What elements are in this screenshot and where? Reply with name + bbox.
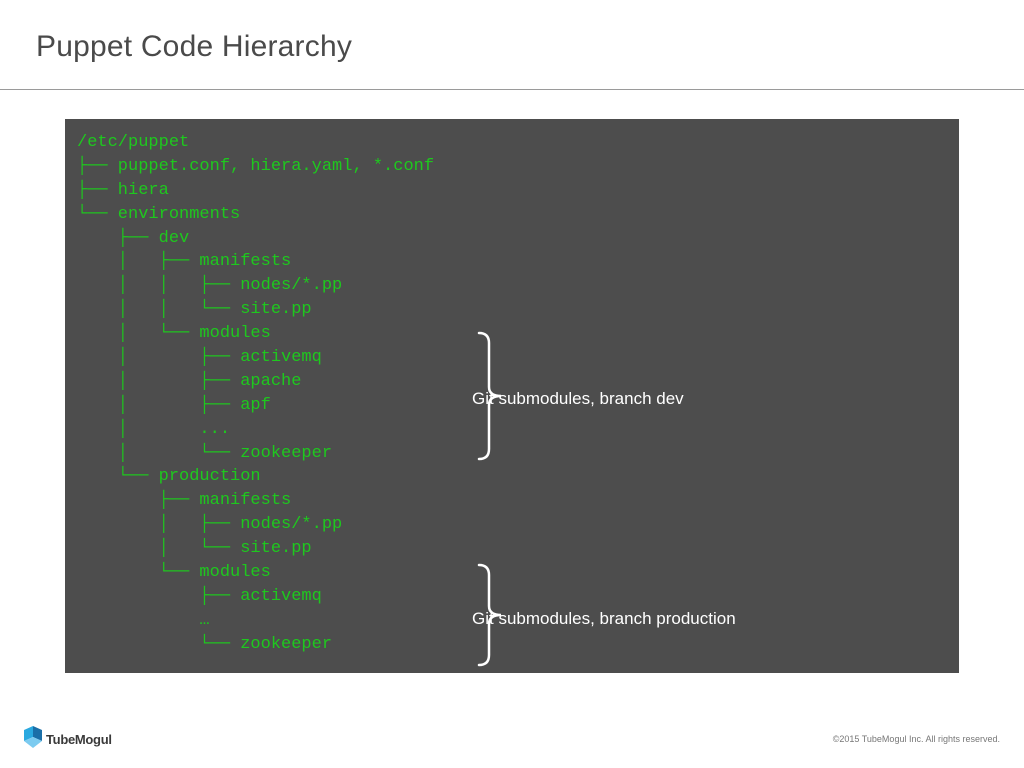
title-divider (0, 89, 1024, 90)
tree-line: … (77, 610, 210, 630)
tree-line: │ ├── apache (77, 371, 302, 391)
copyright-text: ©2015 TubeMogul Inc. All rights reserved… (832, 734, 1000, 744)
tree-line: ├── dev (77, 228, 190, 248)
slide-title: Puppet Code Hierarchy (36, 30, 353, 63)
tree-line: │ ├── manifests (77, 252, 292, 272)
logo-text: TubeMogul (46, 731, 112, 747)
tree-line: │ ... (77, 419, 231, 439)
company-logo: TubeMogul (24, 725, 112, 753)
code-panel: /etc/puppet ├── puppet.conf, hiera.yaml, … (65, 119, 959, 673)
tree-line: └── production (77, 467, 261, 487)
tree-line: └── environments (77, 204, 241, 224)
directory-tree: /etc/puppet ├── puppet.conf, hiera.yaml, … (77, 131, 434, 657)
tree-line: │ ├── apf (77, 395, 271, 415)
tree-line: └── zookeeper (77, 634, 333, 654)
tree-line: ├── puppet.conf, hiera.yaml, *.conf (77, 156, 435, 176)
tree-line: │ └── site.pp (77, 539, 312, 559)
tree-line: │ ├── activemq (77, 348, 322, 368)
tree-line: ├── activemq (77, 586, 322, 606)
annotation-dev: Git submodules, branch dev (472, 389, 684, 408)
tree-line: │ └── zookeeper (77, 443, 333, 463)
tree-line: │ └── modules (77, 324, 271, 344)
tree-line: ├── manifests (77, 491, 292, 511)
tree-line: └── modules (77, 563, 271, 583)
tubemogul-logo-icon (24, 725, 42, 753)
tree-line: │ ├── nodes/*.pp (77, 515, 343, 535)
tree-line: /etc/puppet (77, 133, 190, 152)
tree-line: │ │ ├── nodes/*.pp (77, 276, 343, 296)
tree-line: ├── hiera (77, 180, 169, 200)
tree-line: │ │ └── site.pp (77, 300, 312, 320)
annotation-production: Git submodules, branch production (472, 609, 736, 628)
